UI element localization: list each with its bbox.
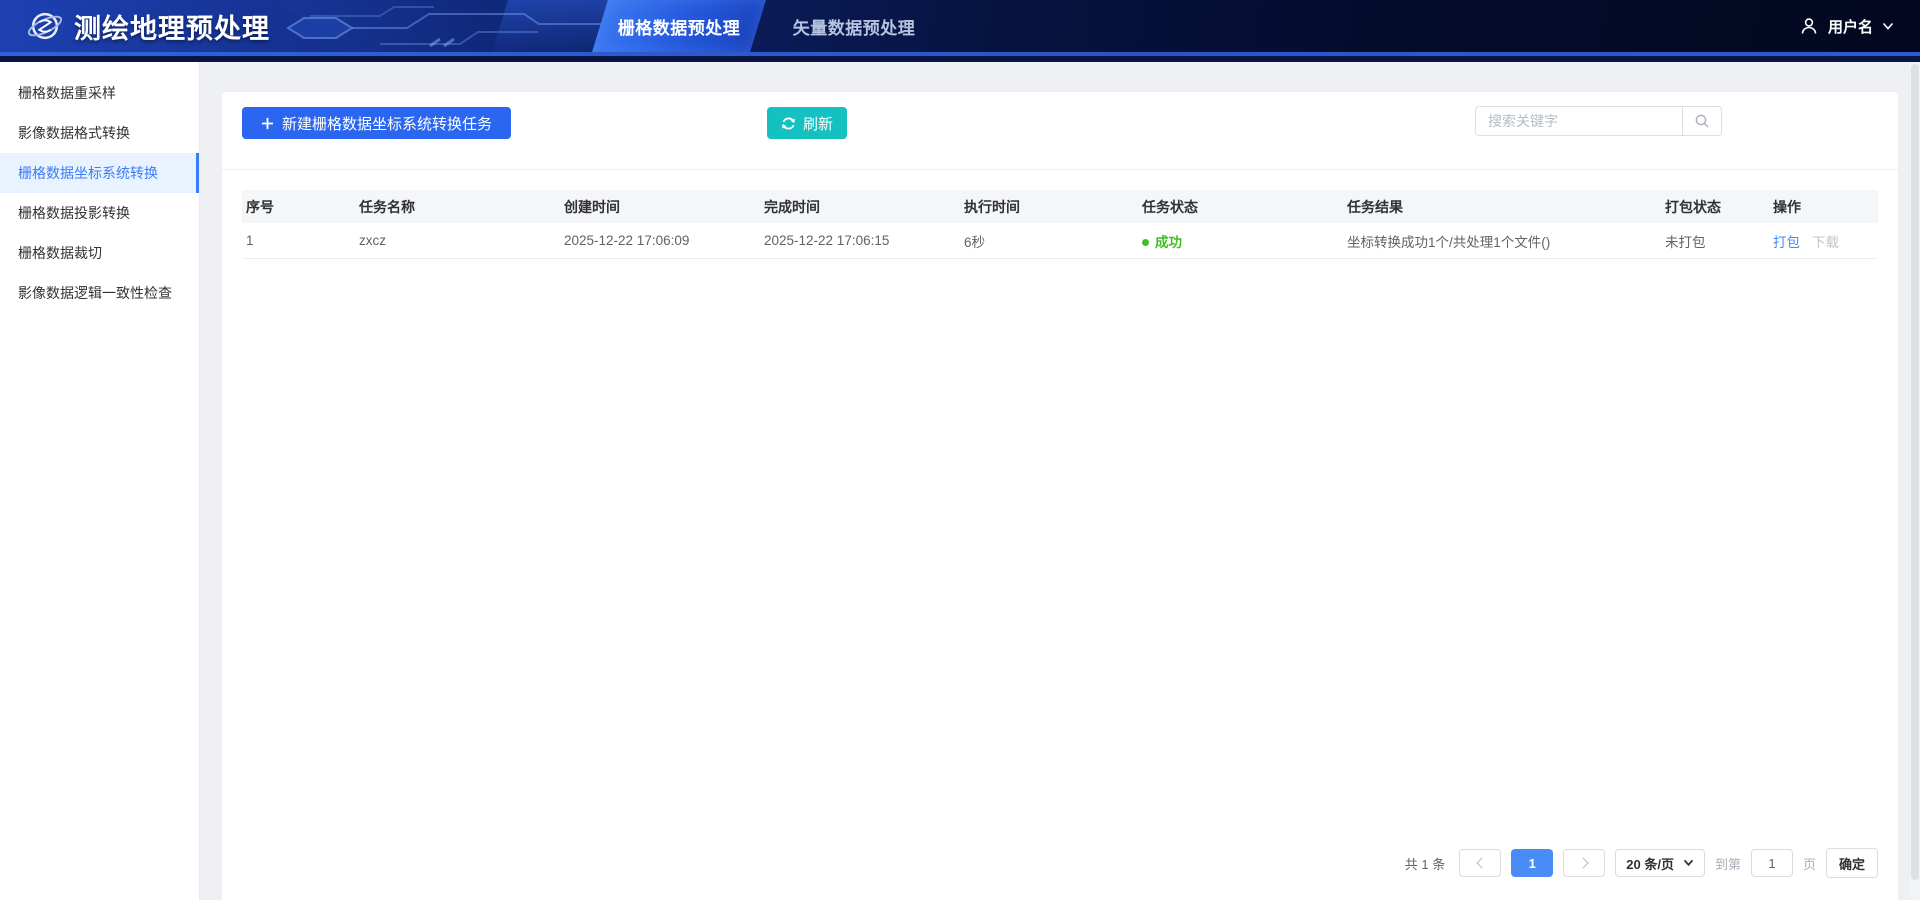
cell-result: 坐标转换成功1个/共处理1个文件()	[1343, 231, 1661, 251]
user-name: 用户名	[1828, 16, 1873, 37]
page-size-select[interactable]: 20 条/页	[1615, 849, 1705, 877]
search-icon	[1694, 113, 1710, 129]
goto-suffix-label: 页	[1803, 854, 1816, 873]
confirm-button[interactable]: 确定	[1826, 848, 1878, 878]
cell-duration: 6秒	[960, 231, 1138, 251]
prev-page-button[interactable]	[1459, 849, 1501, 877]
content-card: 新建栅格数据坐标系统转换任务 刷新 序号 任务名称	[222, 92, 1898, 900]
cell-package-status: 未打包	[1661, 231, 1769, 251]
download-link-disabled: 下载	[1812, 235, 1839, 250]
vertical-scrollbar[interactable]	[1910, 62, 1920, 900]
scrollbar-thumb[interactable]	[1911, 64, 1919, 880]
cell-task-name: zxcz	[355, 233, 560, 248]
tab-label: 栅格数据预处理	[600, 0, 758, 52]
sidebar-menu: 栅格数据重采样 影像数据格式转换 栅格数据坐标系统转换 栅格数据投影转换 栅格数…	[0, 62, 200, 900]
cell-finished: 2025-12-22 17:06:15	[760, 233, 960, 248]
cell-index: 1	[242, 233, 355, 248]
sidebar-item-raster-projection-convert[interactable]: 栅格数据投影转换	[0, 193, 199, 233]
chevron-down-icon	[1683, 859, 1694, 867]
col-duration: 执行时间	[960, 197, 1138, 217]
search-input[interactable]	[1475, 106, 1682, 136]
chevron-down-icon	[1882, 22, 1894, 31]
col-result: 任务结果	[1343, 197, 1661, 217]
task-table: 序号 任务名称 创建时间 完成时间 执行时间 任务状态 任务结果 打包状态 操作…	[242, 190, 1878, 259]
col-status: 任务状态	[1138, 197, 1343, 217]
pagination: 共 1 条 1 20 条/页 到第 页 确定	[1405, 848, 1878, 878]
cell-actions: 打包下载	[1769, 231, 1878, 251]
chevron-right-icon	[1577, 857, 1588, 868]
app-logo: 测绘地理预处理	[26, 0, 270, 52]
status-dot-icon	[1142, 239, 1149, 246]
user-menu[interactable]: 用户名	[1799, 0, 1894, 52]
page-1-button[interactable]: 1	[1511, 849, 1553, 877]
sidebar-item-image-logic-check[interactable]: 影像数据逻辑一致性检查	[0, 273, 199, 313]
plus-icon	[261, 117, 274, 130]
next-page-button[interactable]	[1563, 849, 1605, 877]
col-index: 序号	[242, 197, 355, 217]
col-package-status: 打包状态	[1661, 197, 1769, 217]
refresh-label: 刷新	[803, 113, 833, 134]
refresh-button[interactable]: 刷新	[767, 107, 847, 139]
table-row: 1 zxcz 2025-12-22 17:06:09 2025-12-22 17…	[242, 223, 1878, 259]
page-size-value: 20 条/页	[1626, 854, 1674, 873]
sidebar-item-raster-clip[interactable]: 栅格数据裁切	[0, 233, 199, 273]
app-header: 测绘地理预处理 栅格数据预处理 矢量数据预处理 用户名	[0, 0, 1920, 62]
sidebar-item-raster-coordsys-convert[interactable]: 栅格数据坐标系统转换	[0, 153, 199, 193]
table-header-row: 序号 任务名称 创建时间 完成时间 执行时间 任务状态 任务结果 打包状态 操作	[242, 190, 1878, 223]
goto-page-input[interactable]	[1751, 849, 1793, 877]
new-task-button[interactable]: 新建栅格数据坐标系统转换任务	[242, 107, 511, 139]
sidebar-item-raster-resample[interactable]: 栅格数据重采样	[0, 73, 199, 113]
new-task-label: 新建栅格数据坐标系统转换任务	[282, 113, 492, 134]
toolbar: 新建栅格数据坐标系统转换任务 刷新	[222, 92, 1898, 170]
cell-created: 2025-12-22 17:06:09	[560, 233, 760, 248]
sidebar-item-image-format-convert[interactable]: 影像数据格式转换	[0, 113, 199, 153]
tab-raster-preprocess[interactable]: 栅格数据预处理	[592, 0, 766, 52]
chevron-left-icon	[1476, 857, 1487, 868]
package-link[interactable]: 打包	[1773, 235, 1800, 250]
pagination-total: 共 1 条	[1405, 854, 1445, 873]
col-actions: 操作	[1769, 197, 1878, 217]
user-icon	[1799, 16, 1819, 36]
search-group	[1475, 106, 1722, 136]
search-button[interactable]	[1682, 106, 1722, 136]
col-task-name: 任务名称	[355, 197, 560, 217]
tab-label: 矢量数据预处理	[793, 14, 916, 39]
col-finished: 完成时间	[760, 197, 960, 217]
tab-vector-preprocess[interactable]: 矢量数据预处理	[778, 0, 930, 52]
header-bottom-strip	[0, 56, 1920, 62]
refresh-icon	[781, 116, 796, 131]
app-title: 测绘地理预处理	[74, 7, 270, 46]
col-created: 创建时间	[560, 197, 760, 217]
goto-prefix-label: 到第	[1715, 854, 1741, 873]
status-text: 成功	[1155, 235, 1182, 250]
cell-status: 成功	[1138, 231, 1343, 251]
globe-emblem-icon	[26, 7, 64, 45]
